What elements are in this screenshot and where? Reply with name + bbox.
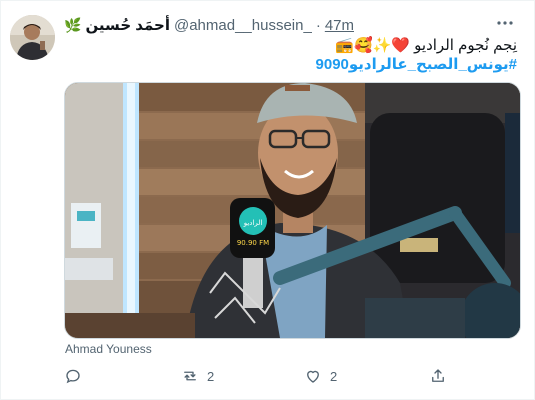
- dot-separator: ·: [315, 16, 321, 34]
- share-button[interactable]: [429, 367, 447, 385]
- tweet-body: نِجم نُجوم الراديو ❤️✨🥰📻: [335, 37, 517, 54]
- more-options-icon[interactable]: [494, 14, 516, 32]
- avatar-image: [10, 15, 55, 60]
- hashtag-link[interactable]: #يونس_الصبح_عالراديو9090: [67, 55, 517, 74]
- mic-logo-text: الراديو: [243, 219, 263, 227]
- radio-studio-photo: الراديو 90.90 FM: [65, 83, 520, 338]
- retweet-count: 2: [207, 368, 215, 384]
- tweet-header: 🌿 أحمَد حُسين @ahmad__hussein_ · 47m: [64, 14, 524, 34]
- tweet-photo[interactable]: الراديو 90.90 FM: [64, 82, 521, 339]
- share-icon: [432, 369, 444, 382]
- avatar[interactable]: [10, 15, 55, 60]
- user-line: 🌿 أحمَد حُسين @ahmad__hussein_ · 47m: [64, 16, 354, 35]
- display-name[interactable]: أحمَد حُسين: [85, 16, 170, 34]
- retweet-icon: [184, 371, 196, 381]
- tweet-actions: 2 2: [64, 367, 519, 387]
- name-emoji: 🌿: [64, 16, 82, 33]
- photo-caption: Ahmad Youness: [65, 342, 152, 356]
- heart-icon: [307, 370, 319, 383]
- tweet-text: نِجم نُجوم الراديو ❤️✨🥰📻 #يونس_الصبح_عال…: [67, 36, 517, 74]
- like-count: 2: [330, 368, 338, 384]
- like-button[interactable]: 2: [304, 367, 337, 385]
- tweet-card: 🌿 أحمَد حُسين @ahmad__hussein_ · 47m نِج…: [0, 0, 535, 400]
- mic-logo-sub: 90.90 FM: [237, 239, 269, 247]
- reply-icon: [66, 369, 80, 384]
- timestamp[interactable]: 47m: [325, 17, 354, 34]
- user-handle[interactable]: @ahmad__hussein_: [174, 17, 312, 34]
- retweet-button[interactable]: 2: [181, 367, 214, 385]
- reply-button[interactable]: [64, 367, 90, 385]
